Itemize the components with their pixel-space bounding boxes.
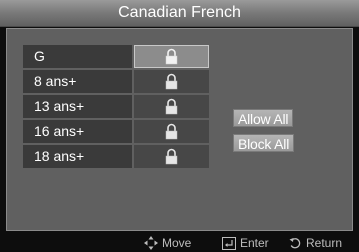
lock-toggle[interactable]	[134, 95, 209, 118]
rating-row-8[interactable]: 8 ans+	[23, 70, 209, 93]
footer-return: Return	[289, 234, 342, 252]
rating-label: 8 ans+	[23, 70, 132, 93]
move-arrows-icon	[144, 236, 158, 250]
lock-icon	[165, 148, 178, 165]
lock-icon	[165, 123, 178, 140]
rating-list: G 8 ans+ 13 ans+ 16 ans+ 18 ans+	[23, 45, 209, 170]
footer-move-label: Move	[162, 236, 192, 250]
allow-all-button[interactable]: Allow All	[233, 109, 294, 127]
ratings-panel: G 8 ans+ 13 ans+ 16 ans+ 18 ans+ Allow A…	[6, 28, 353, 231]
rating-label: 13 ans+	[23, 95, 132, 118]
rating-label: G	[23, 45, 132, 68]
enter-icon	[222, 236, 236, 250]
rating-label: 18 ans+	[23, 145, 132, 168]
rating-row-13[interactable]: 13 ans+	[23, 95, 209, 118]
footer-move: Move	[144, 234, 191, 252]
rating-row-g[interactable]: G	[23, 45, 209, 68]
footer-enter-label: Enter	[240, 236, 269, 250]
footer-enter: Enter	[222, 234, 269, 252]
lock-toggle[interactable]	[134, 145, 209, 168]
lock-icon	[165, 73, 178, 90]
rating-row-16[interactable]: 16 ans+	[23, 120, 209, 143]
rating-row-18[interactable]: 18 ans+	[23, 145, 209, 168]
footer-hints: Move Enter Return	[0, 234, 359, 252]
lock-toggle[interactable]	[134, 120, 209, 143]
bulk-actions: Allow All Block All	[233, 109, 325, 159]
return-icon	[289, 237, 301, 248]
rating-label: 16 ans+	[23, 120, 132, 143]
lock-icon	[165, 98, 178, 115]
lock-toggle[interactable]	[134, 45, 209, 68]
block-all-button[interactable]: Block All	[233, 134, 295, 152]
window-title: Canadian French	[0, 0, 359, 27]
lock-toggle[interactable]	[134, 70, 209, 93]
lock-icon	[165, 48, 178, 65]
footer-return-label: Return	[306, 236, 343, 250]
